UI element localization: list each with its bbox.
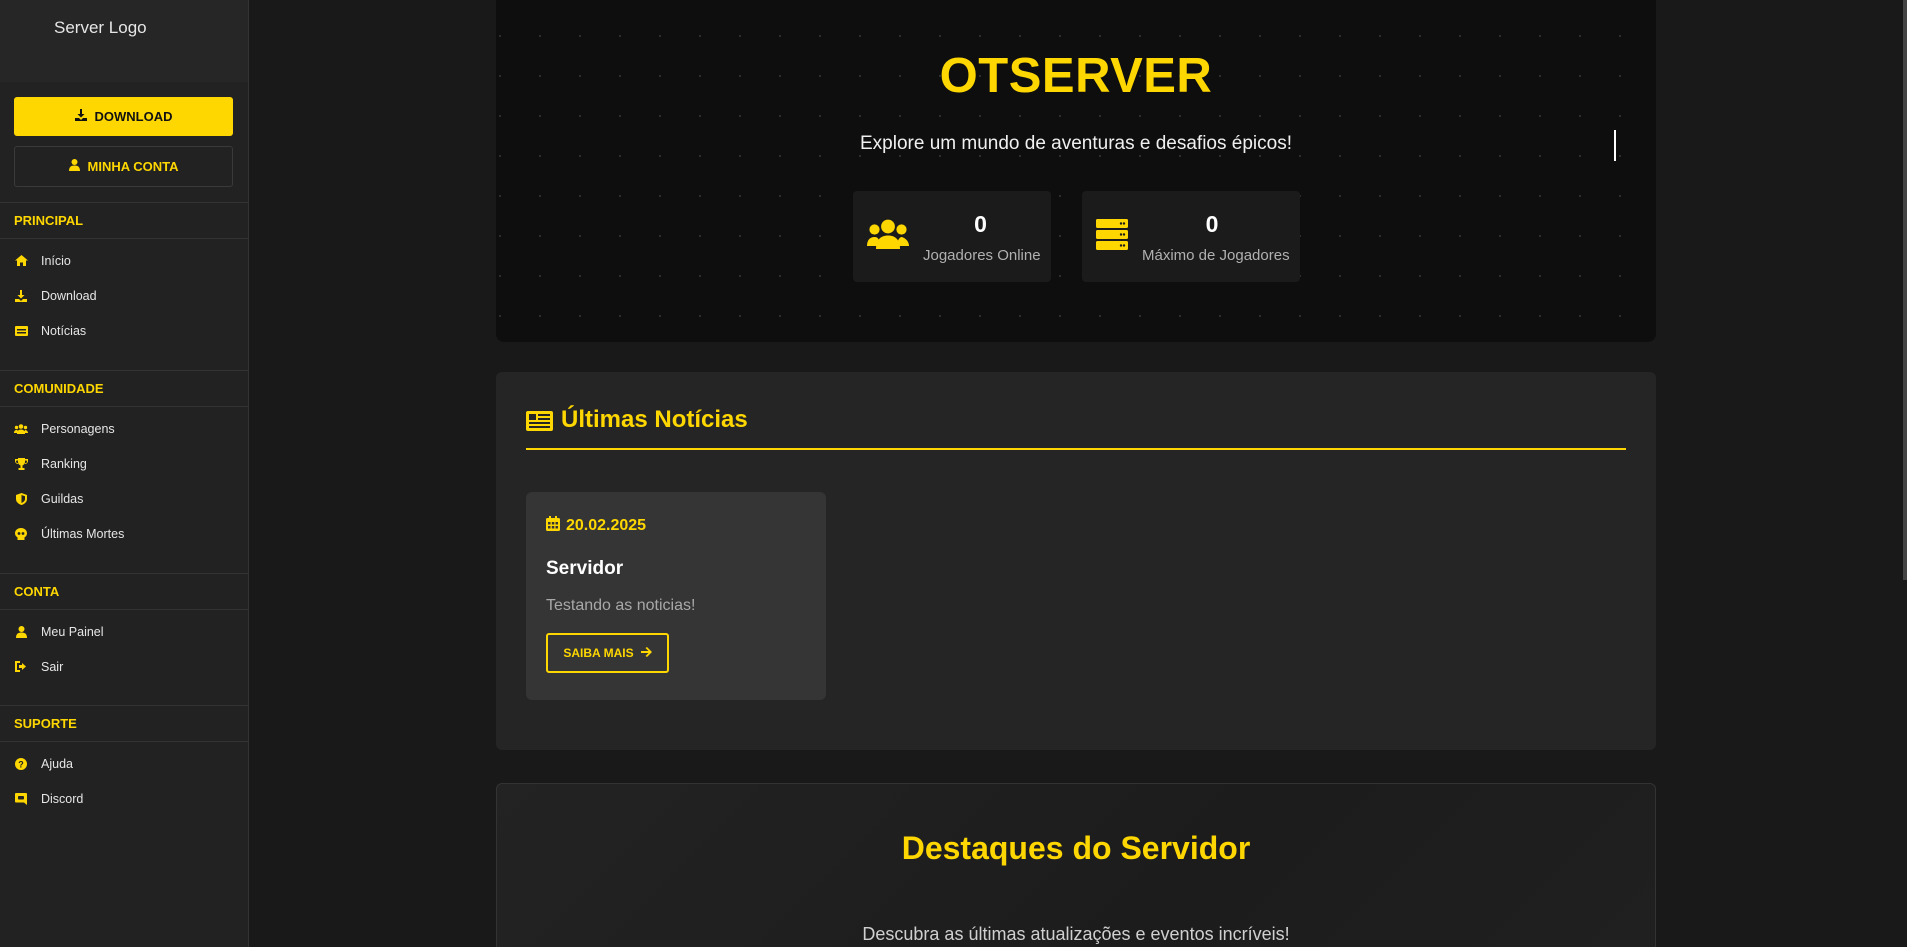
news-heading: Últimas Notícias	[526, 406, 1626, 450]
hero-subtitle: Explore um mundo de aventuras e desafios…	[860, 133, 1292, 154]
sidebar-item-meu-painel[interactable]: Meu Painel	[0, 614, 249, 649]
news-heading-text: Últimas Notícias	[561, 406, 748, 433]
read-more-button[interactable]: SAIBA MAIS	[546, 633, 669, 673]
news-section: Últimas Notícias 20.02.2025 Servidor Tes…	[496, 372, 1656, 750]
nav-section-principal: PRINCIPAL Início Download Notícias	[0, 202, 249, 348]
sidebar-item-label: Ajuda	[41, 756, 73, 771]
stat-players-online: 0 Jogadores Online	[853, 191, 1051, 282]
sidebar-item-label: Sair	[41, 659, 64, 674]
account-button[interactable]: MINHA CONTA	[14, 146, 233, 187]
sidebar-item-discord[interactable]: Discord	[0, 781, 249, 816]
newspaper-icon	[526, 410, 553, 438]
newspaper-icon	[14, 324, 28, 338]
server-logo[interactable]: Server Logo	[54, 18, 147, 38]
sidebar-item-ultimas-mortes[interactable]: Últimas Mortes	[0, 516, 249, 551]
sidebar-item-label: Guildas	[41, 491, 84, 506]
sidebar-item-ranking[interactable]: Ranking	[0, 446, 249, 481]
sidebar-item-label: Personagens	[41, 421, 115, 436]
download-button-label: DOWNLOAD	[94, 109, 173, 124]
hero-banner: OTSERVER Explore um mundo de aventuras e…	[496, 0, 1656, 342]
sidebar-item-inicio[interactable]: Início	[0, 243, 249, 278]
hero-title: OTSERVER	[939, 49, 1213, 103]
news-date-text: 20.02.2025	[566, 517, 647, 534]
sidebar-item-label: Meu Painel	[41, 624, 104, 639]
sidebar-item-label: Início	[41, 253, 71, 268]
stat-value: 0	[1205, 211, 1219, 237]
featured-section: Destaques do Servidor Descubra as última…	[496, 783, 1656, 947]
discord-icon	[14, 792, 28, 806]
read-more-label: SAIBA MAIS	[563, 646, 634, 660]
user-icon	[14, 625, 28, 639]
server-logo-alt-text: Server Logo	[54, 18, 147, 37]
sidebar-item-noticias[interactable]: Notícias	[0, 313, 249, 348]
sidebar-item-download[interactable]: Download	[0, 278, 249, 313]
sidebar-item-label: Discord	[41, 791, 84, 806]
nav-section-title: COMUNIDADE	[0, 370, 249, 407]
sidebar: Server Logo DOWNLOAD MINHA CONTA PRINCIP…	[0, 0, 249, 947]
sidebar-item-personagens[interactable]: Personagens	[0, 411, 249, 446]
server-icon	[1096, 219, 1128, 255]
nav-section-suporte: SUPORTE ? Ajuda Discord	[0, 705, 249, 816]
nav-section-title: PRINCIPAL	[0, 202, 249, 239]
sidebar-item-label: Download	[41, 288, 97, 303]
nav-section-comunidade: COMUNIDADE Personagens Ranking Guildas Ú…	[0, 370, 249, 551]
download-button[interactable]: DOWNLOAD	[14, 97, 233, 136]
scrollbar[interactable]	[1903, 0, 1907, 580]
home-icon	[14, 254, 28, 268]
nav-section-title: CONTA	[0, 573, 249, 610]
sidebar-item-ajuda[interactable]: ? Ajuda	[0, 746, 249, 781]
sidebar-item-label: Ranking	[41, 456, 87, 471]
sidebar-item-label: Notícias	[41, 323, 87, 338]
users-icon	[867, 219, 909, 254]
logo-area: Server Logo	[0, 0, 248, 82]
user-icon	[68, 159, 80, 174]
stat-max-players: 0 Máximo de Jogadores	[1082, 191, 1300, 282]
news-excerpt: Testando as noticias!	[546, 597, 696, 614]
news-card: 20.02.2025 Servidor Testando as noticias…	[526, 492, 826, 700]
arrow-right-icon	[640, 646, 652, 660]
download-icon	[74, 109, 87, 124]
featured-title: Destaques do Servidor	[901, 830, 1251, 866]
svg-text:?: ?	[18, 759, 24, 769]
stat-label: Jogadores Online	[923, 247, 1041, 264]
nav-section-conta: CONTA Meu Painel Sair	[0, 573, 249, 684]
featured-subtitle: Descubra as últimas atualizações e event…	[862, 924, 1290, 944]
question-icon: ?	[14, 757, 28, 771]
sidebar-item-guildas[interactable]: Guildas	[0, 481, 249, 516]
text-cursor	[1614, 130, 1616, 161]
skull-icon	[14, 527, 28, 541]
sidebar-item-label: Últimas Mortes	[41, 526, 125, 541]
calendar-icon	[546, 516, 560, 536]
sign-out-icon	[14, 660, 28, 674]
download-icon	[14, 289, 28, 303]
users-icon	[14, 422, 28, 436]
trophy-icon	[14, 457, 28, 471]
news-title: Servidor	[546, 558, 624, 579]
account-button-label: MINHA CONTA	[87, 159, 179, 174]
sidebar-item-sair[interactable]: Sair	[0, 649, 249, 684]
stat-label: Máximo de Jogadores	[1142, 247, 1290, 264]
stat-value: 0	[974, 211, 987, 237]
shield-icon	[14, 492, 28, 506]
news-date: 20.02.2025	[546, 516, 646, 536]
nav-section-title: SUPORTE	[0, 705, 249, 742]
